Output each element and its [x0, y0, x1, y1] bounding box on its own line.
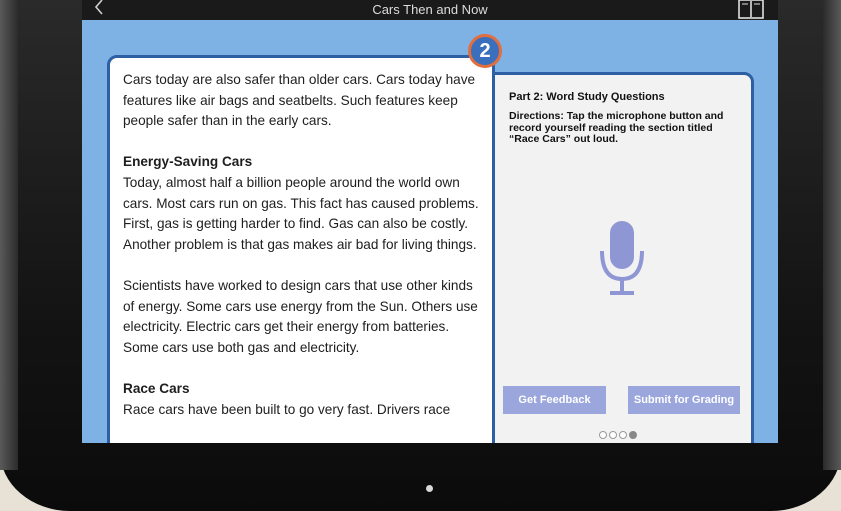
home-indicator[interactable] — [426, 485, 433, 492]
microphone-icon — [600, 221, 644, 295]
title-bar: Cars Then and Now — [82, 0, 778, 20]
bezel-edge-right — [823, 0, 841, 470]
paragraph-scientists: Scientists have worked to design cars th… — [123, 277, 478, 355]
book-button[interactable] — [738, 0, 764, 19]
pager-dot[interactable] — [609, 431, 617, 439]
record-button[interactable] — [600, 221, 644, 301]
question-heading: Part 2: Word Study Questions — [509, 91, 665, 103]
pager-dot[interactable] — [599, 431, 607, 439]
bezel-edge-left — [0, 0, 18, 470]
book-icon — [738, 0, 764, 19]
heading-energy-saving-cars: Energy-Saving Cars — [123, 154, 253, 170]
paragraph-race-cars: Race cars have been built to go very fas… — [123, 401, 451, 417]
pager-dots — [599, 431, 639, 441]
heading-race-cars: Race Cars — [123, 380, 190, 396]
get-feedback-button[interactable]: Get Feedback — [503, 386, 606, 414]
paragraph-safety: Cars today are also safer than older car… — [123, 72, 476, 129]
submit-for-grading-button[interactable]: Submit for Grading — [628, 386, 740, 414]
reading-text: Cars today are also safer than older car… — [123, 70, 483, 441]
pager-dot[interactable] — [619, 431, 627, 439]
pager-dot-active[interactable] — [629, 431, 637, 439]
page-title: Cars Then and Now — [372, 2, 488, 17]
question-directions: Directions: Tap the microphone button an… — [509, 110, 724, 145]
paragraph-energy: Today, almost half a billion people arou… — [123, 174, 479, 252]
question-panel: Part 2: Word Study Questions Directions:… — [492, 72, 754, 443]
reading-panel[interactable]: Cars today are also safer than older car… — [107, 55, 495, 443]
app-screen: Cars Then and Now 2 Cars today are also … — [82, 0, 778, 443]
page-number-badge: 2 — [468, 34, 502, 68]
